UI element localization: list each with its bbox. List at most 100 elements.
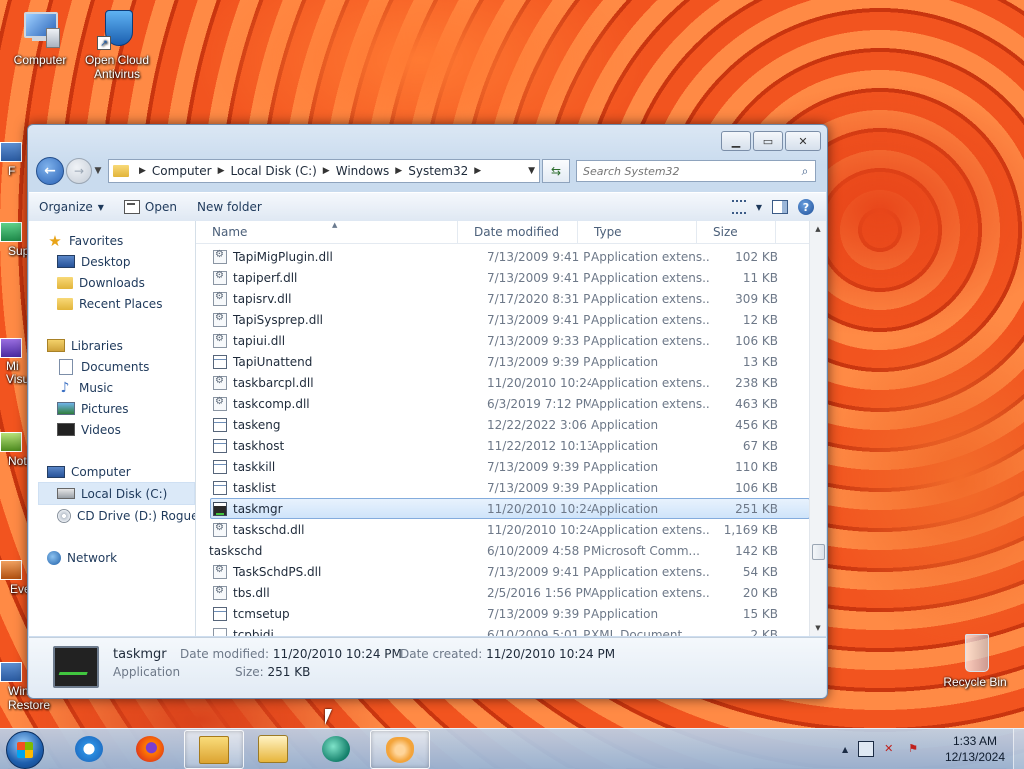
back-button[interactable]: ← [36,157,64,185]
organize-button[interactable]: Organize ▼ [29,200,114,214]
address-history-dropdown[interactable]: ▼ [528,166,535,176]
table-row[interactable]: TaskSchdPS.dll 7/13/2009 9:41 PMApplicati… [210,561,810,582]
column-header-size[interactable]: Size [697,221,776,243]
volume-muted-icon[interactable]: ✕ [884,742,898,756]
nav-computer[interactable]: Computer [29,461,195,482]
column-header-date-modified[interactable]: Date modified [458,221,578,243]
nav-item-downloads[interactable]: Downloads [29,272,195,293]
breadcrumb-system32[interactable]: System32 [408,164,468,178]
pictures-icon [57,402,75,415]
table-row[interactable]: taskcomp.dll 6/3/2019 7:12 PMApplication … [210,393,810,414]
details-size: Size: 251 KB [235,665,311,679]
table-row[interactable]: taskeng 12/22/2022 3:06 PMApplication 456 … [210,414,810,435]
breadcrumb-separator-icon[interactable]: ▶ [323,166,330,176]
taskbar-firefox[interactable] [121,730,179,767]
explorer-window[interactable]: ▁ ▭ ✕ ← → ▼ ▶ Computer ▶ Local Disk (C:)… [27,124,828,699]
nav-item-documents[interactable]: Documents [29,356,195,377]
vertical-scrollbar[interactable]: ▲ ▼ [809,221,826,636]
file-size-cell: 2 KB [750,627,778,637]
maximize-button[interactable]: ▭ [753,131,783,151]
start-button[interactable] [6,731,44,769]
file-size-cell: 309 KB [735,291,778,306]
nav-item-music[interactable]: ♪ Music [29,377,195,398]
nav-favorites[interactable]: ★ Favorites [29,230,195,251]
breadcrumb-separator-icon[interactable]: ▶ [218,166,225,176]
table-row[interactable]: taskkill 7/13/2009 9:39 PM Application 110 … [210,456,810,477]
desktop-icon-label: Open Cloud Antivirus [84,53,150,81]
breadcrumb-separator-icon[interactable]: ▶ [139,166,146,176]
file-name-cell: taskschd [209,543,263,558]
table-row[interactable]: TapiMigPlugin.dll 7/13/2009 9:41 PMApplic… [210,246,810,267]
address-bar[interactable]: ▶ Computer ▶ Local Disk (C:) ▶ Windows ▶… [108,159,540,183]
network-status-icon[interactable] [858,741,875,757]
new-folder-button[interactable]: New folder [187,200,272,214]
breadcrumb-local-disk[interactable]: Local Disk (C:) [231,164,317,178]
file-type-cell: Application extens... [591,291,710,306]
scroll-down-arrow-icon[interactable]: ▼ [810,620,826,636]
taskbar-antivirus[interactable] [370,730,430,769]
desktop-icon-computer[interactable]: Computer [0,10,80,67]
table-row[interactable]: taskschd 6/10/2009 4:58 PM Microsoft Comm.… [209,540,810,561]
minimize-button[interactable]: ▁ [721,131,751,151]
search-input[interactable] [577,163,795,179]
table-row[interactable]: tbs.dll 2/5/2016 1:56 PMApplication exten… [210,582,810,603]
table-row[interactable]: taskbarcpl.dll 11/20/2010 10:24 ...Applic… [210,372,810,393]
minimize-icon: ▁ [731,134,741,148]
nav-item-cd-drive[interactable]: CD Drive (D:) Rogue [29,505,195,526]
breadcrumb-separator-icon[interactable]: ▶ [474,166,481,176]
column-header-name[interactable]: Name [196,221,458,243]
refresh-button[interactable]: ⇆ [542,159,570,183]
windows-explorer-icon [199,735,229,764]
table-row[interactable]: taskhost 11/22/2012 10:13 ...Application 6… [210,435,810,456]
help-icon[interactable]: ? [798,199,814,215]
scrollbar-thumb[interactable] [812,544,825,560]
search-icon[interactable]: ⌕ [795,164,815,179]
show-desktop-button[interactable] [1013,729,1024,769]
file-size-cell: 142 KB [735,543,778,558]
forward-button[interactable]: → [66,158,92,184]
dll-icon [213,564,227,579]
table-row[interactable]: taskmgr 11/20/2010 10:24 ...Application 25… [210,498,810,519]
table-row[interactable]: tapisrv.dll 7/17/2020 8:31 PMApplication … [210,288,810,309]
table-row[interactable]: tapiui.dll 7/13/2009 9:33 PMApplication e… [210,330,810,351]
table-row[interactable]: tasklist 7/13/2009 9:39 PM Application 106 … [210,477,810,498]
file-date-cell: 7/17/2020 8:31 PM [487,291,591,306]
column-header-type[interactable]: Type [578,221,697,243]
recent-pages-dropdown[interactable]: ▼ [92,166,104,176]
preview-pane-icon[interactable] [772,200,788,214]
close-button[interactable]: ✕ [785,131,821,151]
nav-libraries[interactable]: Libraries [29,335,195,356]
nav-item-videos[interactable]: Videos [29,419,195,440]
views-dropdown-chevron-icon[interactable]: ▼ [756,203,762,212]
nav-item-desktop[interactable]: Desktop [29,251,195,272]
file-date-cell: 7/13/2009 9:39 PM [487,606,591,621]
taskbar-media-player[interactable] [244,730,302,767]
table-row[interactable]: tcpbidi 6/10/2009 5:01 PM XML Document 2 KB [210,624,810,636]
breadcrumb-computer[interactable]: Computer [152,164,212,178]
nav-item-local-disk[interactable]: Local Disk (C:) [38,482,195,505]
show-hidden-icons-arrow-icon[interactable]: ▲ [842,745,848,754]
computer-icon [47,465,65,478]
scroll-up-arrow-icon[interactable]: ▲ [810,221,826,237]
table-row[interactable]: tcmsetup 7/13/2009 9:39 PM Application 15 K… [210,603,810,624]
nav-item-recent-places[interactable]: Recent Places [29,293,195,314]
taskbar-app-teal[interactable] [307,730,365,767]
table-row[interactable]: taskschd.dll 11/20/2010 10:24 ...Applicat… [210,519,810,540]
table-row[interactable]: tapiperf.dll 7/13/2009 9:41 PMApplication… [210,267,810,288]
views-icon[interactable] [731,200,746,214]
table-row[interactable]: TapiUnattend 7/13/2009 9:39 PM Application… [210,351,810,372]
action-center-flag-icon[interactable]: ⚑ [908,742,922,756]
open-button[interactable]: Open [114,200,187,214]
taskbar-windows-explorer[interactable] [184,730,244,769]
taskbar-clock[interactable]: 1:33 AM 12/13/2024 [935,733,1015,765]
taskbar-internet-explorer[interactable] [60,730,118,767]
breadcrumb-windows[interactable]: Windows [336,164,390,178]
file-date-cell: 7/13/2009 9:39 PM [487,459,591,474]
file-name-cell: taskcomp.dll [209,396,471,411]
table-row[interactable]: TapiSysprep.dll 7/13/2009 9:41 PMApplicat… [210,309,810,330]
breadcrumb-separator-icon[interactable]: ▶ [395,166,402,176]
nav-item-pictures[interactable]: Pictures [29,398,195,419]
desktop-icon-recycle-bin[interactable]: Recycle Bin [935,632,1015,689]
nav-network[interactable]: Network [29,547,195,568]
desktop-icon-open-cloud-antivirus[interactable]: ↗ Open Cloud Antivirus [77,10,157,81]
